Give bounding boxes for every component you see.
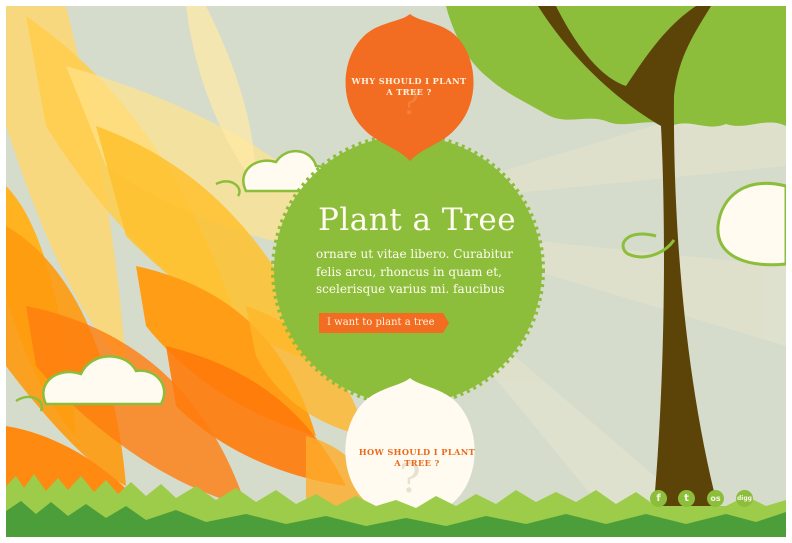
twitter-icon[interactable]: t — [678, 490, 695, 507]
tree-foliage — [446, 6, 786, 127]
page-frame: ? ? Plant a Tree ornare ut vitae libero.… — [6, 6, 786, 537]
hero-title: Plant a Tree — [318, 202, 517, 238]
digg-icon[interactable]: digg — [736, 490, 753, 507]
hero-panel: Plant a Tree ornare ut vitae libero. Cur… — [274, 136, 542, 404]
hero-description: ornare ut vitae libero. Curabitur felis … — [316, 247, 513, 296]
facebook-icon[interactable]: f — [650, 490, 667, 507]
lastfm-icon[interactable]: os — [707, 490, 724, 507]
plant-tree-button[interactable]: I want to plant a tree — [319, 313, 450, 333]
how-bubble-label[interactable]: HOW SHOULD I PLANT A TREE ? — [357, 447, 477, 469]
why-bubble-label[interactable]: WHY SHOULD I PLANT A TREE ? — [349, 76, 469, 98]
